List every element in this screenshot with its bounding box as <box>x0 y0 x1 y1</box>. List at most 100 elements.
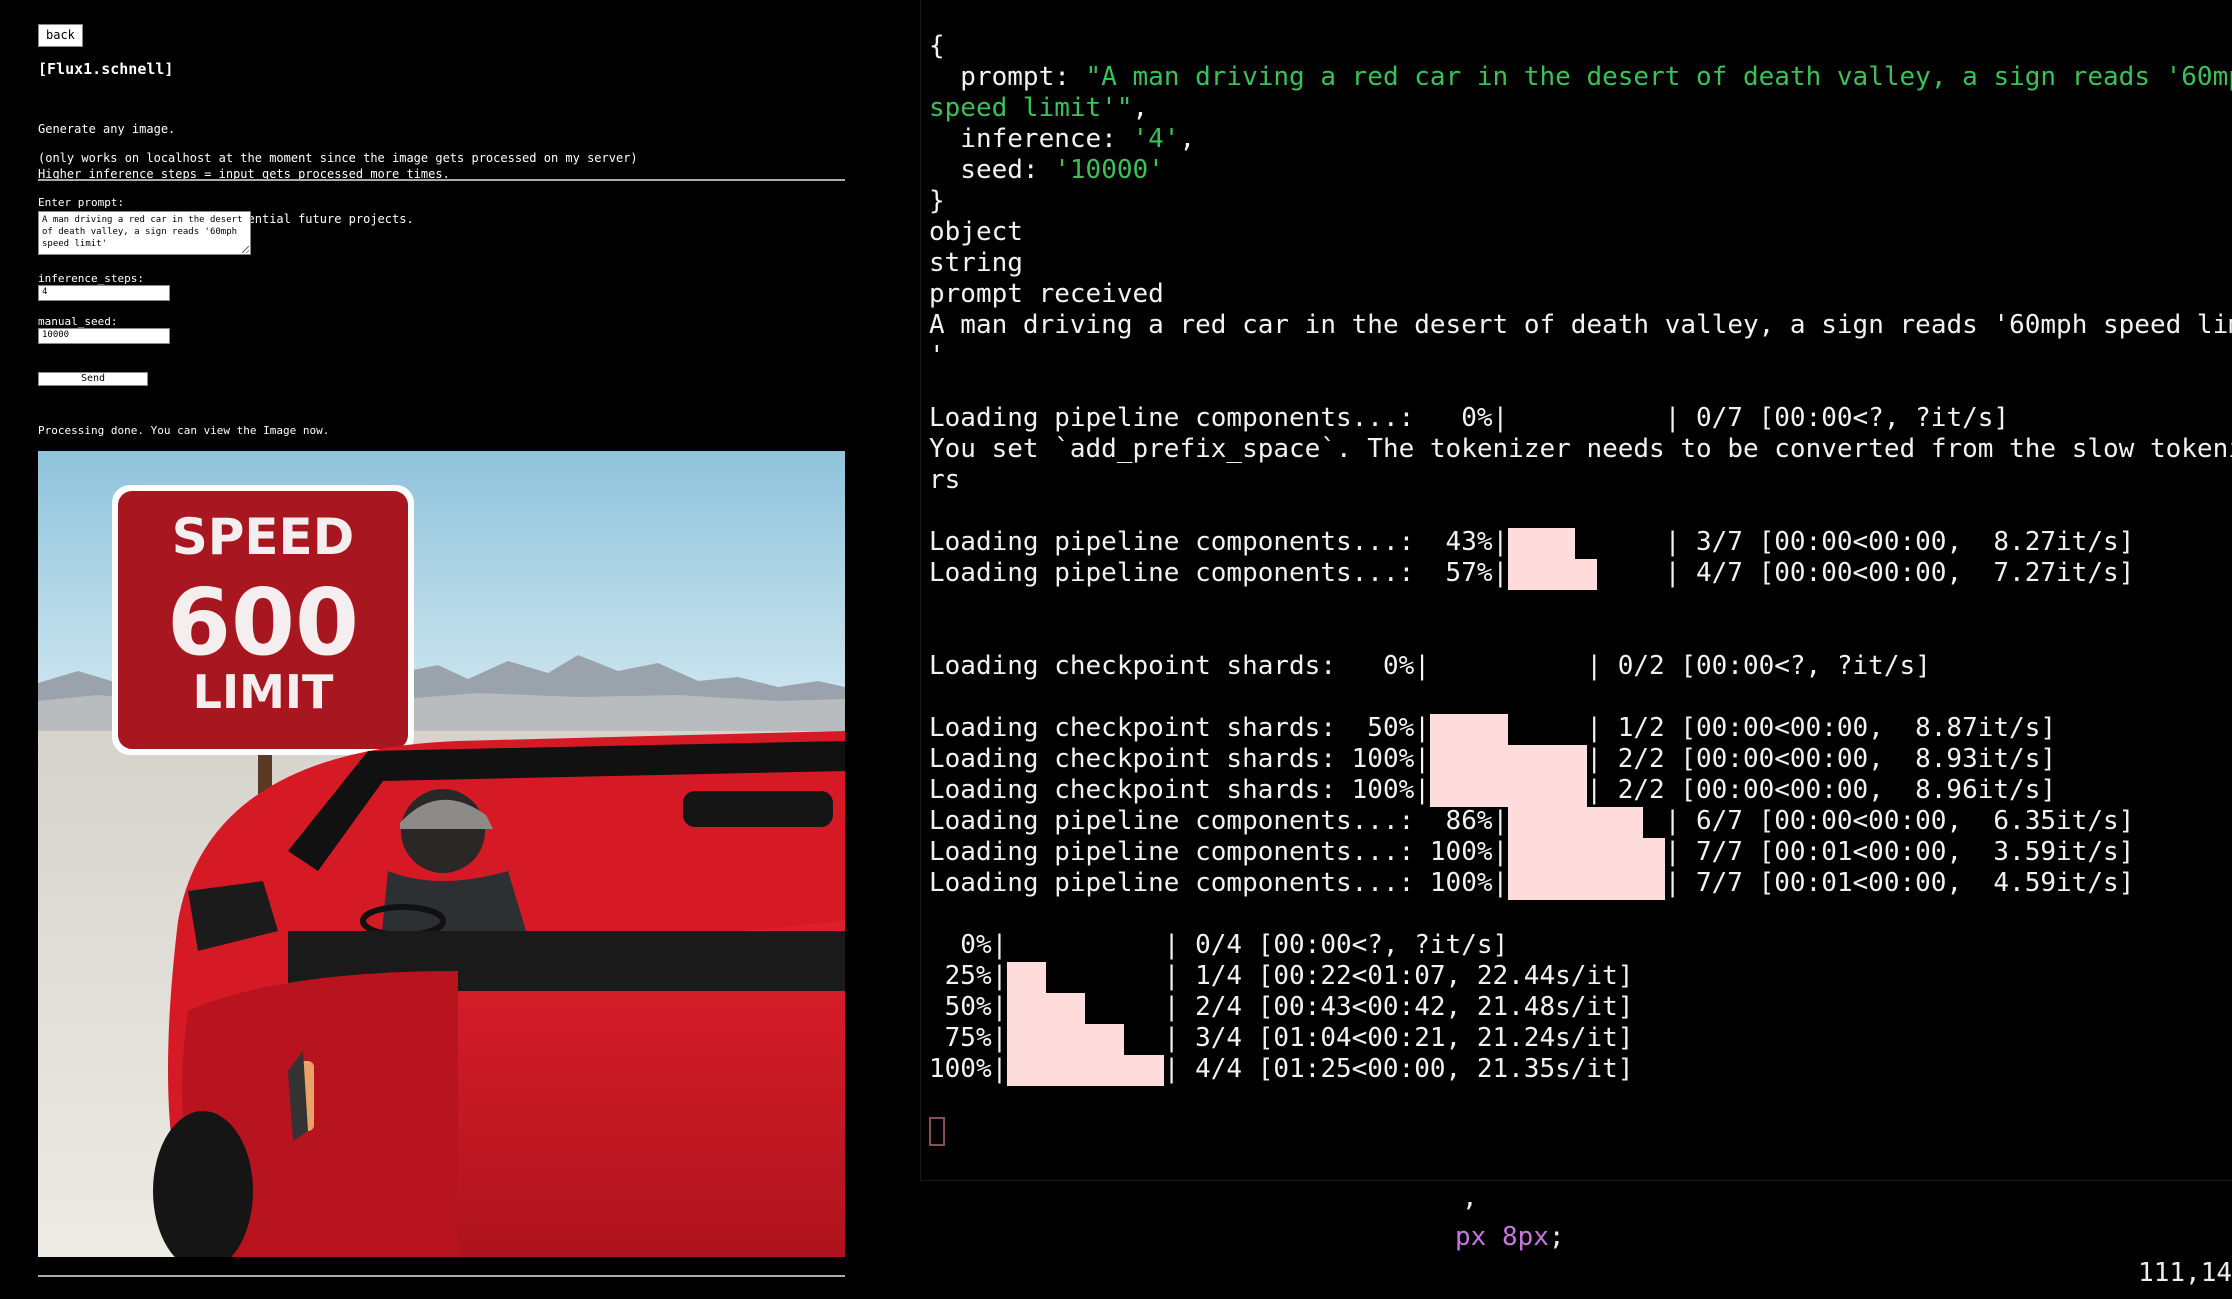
terminal-text: prompt: <box>929 62 1086 92</box>
terminal-line: speed limit'", <box>929 93 2232 124</box>
terminal-text: You set `add_prefix_space`. The tokenize… <box>929 434 2232 464</box>
divider <box>38 179 845 181</box>
terminal-line: You set `add_prefix_space`. The tokenize… <box>929 434 2232 465</box>
progress-prefix: Loading pipeline components...: 57%| <box>929 558 1509 588</box>
seed-label: manual_seed: <box>38 315 118 328</box>
progress-bar <box>1007 1054 1165 1086</box>
resize-grip-icon[interactable] <box>242 246 249 253</box>
terminal-line: object <box>929 217 2232 248</box>
progress-prefix: Loading checkpoint shards: 0%| <box>929 651 1430 681</box>
progress-prefix: Loading pipeline components...: 0%| <box>929 403 1509 433</box>
progress-prefix: 25%| <box>929 961 1008 991</box>
progress-bar-fill <box>1508 528 1576 559</box>
terminal-line: 50%| | 2/4 [00:43<00:42, 21.48s/it] <box>929 992 2232 1024</box>
progress-bar-fill <box>1508 838 1666 869</box>
terminal-text: string <box>929 248 1023 278</box>
progress-suffix: | 7/7 [00:01<00:00, 3.59it/s] <box>1664 837 2135 867</box>
terminal-line: 0%| | 0/4 [00:00<?, ?it/s] <box>929 930 2232 961</box>
prompt-text: A man driving a red car in the desert of… <box>42 215 243 249</box>
terminal-line: prompt received <box>929 279 2232 310</box>
terminal-line: { <box>929 31 2232 62</box>
terminal-text: rs <box>929 465 961 495</box>
progress-suffix: | 7/7 [00:01<00:00, 4.59it/s] <box>1664 868 2135 898</box>
rear-view-mirror <box>683 791 833 827</box>
terminal-text: seed: <box>929 155 1055 185</box>
editor-code-value: px 8px <box>1455 1222 1549 1252</box>
progress-bar <box>1508 806 1665 838</box>
progress-suffix: | 1/4 [00:22<01:07, 22.44s/it] <box>1163 961 1634 991</box>
progress-bar <box>1430 651 1587 682</box>
terminal-line: 75%| | 3/4 [01:04<00:21, 21.24s/it] <box>929 1023 2232 1055</box>
terminal-line: inference: '4', <box>929 124 2232 155</box>
terminal-line: Loading pipeline components...: 0%| | 0/7… <box>929 403 2232 434</box>
progress-suffix: | 2/2 [00:00<00:00, 8.96it/s] <box>1586 775 2057 805</box>
progress-bar-fill <box>1429 745 1587 776</box>
progress-prefix: Loading checkpoint shards: 50%| <box>929 713 1430 743</box>
progress-bar <box>1508 527 1665 559</box>
progress-bar-fill <box>1007 993 1086 1024</box>
terminal-line: prompt: "A man driving a red car in the … <box>929 62 2232 93</box>
progress-suffix: | 2/2 [00:00<00:00, 8.93it/s] <box>1586 744 2057 774</box>
cursor-position: 111,14 <box>2138 1258 2232 1288</box>
back-button[interactable]: back <box>38 24 83 47</box>
editor-pane[interactable]: , px 8px; 111,14 <box>920 1180 2232 1299</box>
terminal-line: Loading checkpoint shards: 100%| | 2/2 [0… <box>929 775 2232 807</box>
progress-prefix: 0%| <box>929 930 1008 960</box>
terminal-line: Loading pipeline components...: 57%| | 4/… <box>929 558 2232 590</box>
progress-prefix: 75%| <box>929 1023 1008 1053</box>
progress-bar-fill <box>1007 962 1047 993</box>
terminal-line <box>929 1116 2232 1147</box>
terminal-line: Loading pipeline components...: 86%| | 6/… <box>929 806 2232 838</box>
progress-bar <box>1007 930 1164 961</box>
localhost-note: (only works on localhost at the moment s… <box>38 151 638 165</box>
terminal-line: } <box>929 186 2232 217</box>
terminal-pane[interactable]: { prompt: "A man driving a red car in th… <box>920 0 2232 1180</box>
progress-bar-fill <box>1508 559 1598 590</box>
generated-image: SPEED 600 LIMIT <box>38 451 845 1257</box>
terminal-line: Loading pipeline components...: 100%| | 7… <box>929 868 2232 900</box>
progress-prefix: Loading pipeline components...: 86%| <box>929 806 1509 836</box>
terminal-line: 25%| | 1/4 [00:22<01:07, 22.44s/it] <box>929 961 2232 993</box>
terminal-text: '4' <box>1132 124 1180 154</box>
progress-prefix: Loading pipeline components...: 43%| <box>929 527 1509 557</box>
terminal-line: Loading checkpoint shards: 0%| | 0/2 [00:… <box>929 651 2232 682</box>
progress-bar-fill <box>1007 1024 1125 1055</box>
generated-image-svg: SPEED 600 LIMIT <box>38 451 845 1257</box>
terminal-text: '10000' <box>1054 155 1164 185</box>
terminal-text: speed limit'" <box>929 93 1133 123</box>
progress-bar-fill <box>1007 1055 1165 1086</box>
send-button[interactable]: Send <box>38 372 148 386</box>
progress-bar <box>1429 713 1587 745</box>
progress-bar <box>1508 558 1665 590</box>
terminal-text: , <box>1132 93 1149 123</box>
prompt-textarea[interactable]: A man driving a red car in the desert of… <box>38 211 251 255</box>
progress-suffix: | 3/4 [01:04<00:21, 21.24s/it] <box>1163 1023 1634 1053</box>
inference-steps-input[interactable]: 4 <box>38 285 170 301</box>
progress-bar <box>1007 992 1164 1024</box>
page-title: [Flux1.schnell] <box>38 60 174 78</box>
terminal-output: { prompt: "A man driving a red car in th… <box>929 31 2232 1147</box>
terminal-text: prompt received <box>929 279 1164 309</box>
progress-bar <box>1429 775 1587 807</box>
terminal-line: Loading pipeline components...: 43%| | 3/… <box>929 527 2232 559</box>
progress-bar <box>1007 1023 1164 1055</box>
progress-suffix: | 0/4 [00:00<?, ?it/s] <box>1163 930 1509 960</box>
flux-app: back [Flux1.schnell] Generate any image.… <box>0 0 880 1298</box>
terminal-text: } <box>929 186 945 216</box>
editor-comma: , <box>1462 1183 1478 1213</box>
terminal-text: , <box>1179 124 1196 154</box>
sign-text-limit: LIMIT <box>193 665 334 719</box>
sign-text-number: 600 <box>167 569 359 676</box>
terminal-line: Loading checkpoint shards: 50%| | 1/2 [00… <box>929 713 2232 745</box>
terminal-line: ' <box>929 341 2232 372</box>
manual-seed-input[interactable]: 10000 <box>38 328 170 344</box>
divider <box>38 1275 845 1277</box>
terminal-line: seed: '10000' <box>929 155 2232 186</box>
sign-text-speed: SPEED <box>172 508 354 566</box>
terminal-line: Loading checkpoint shards: 100%| | 2/2 [0… <box>929 744 2232 776</box>
